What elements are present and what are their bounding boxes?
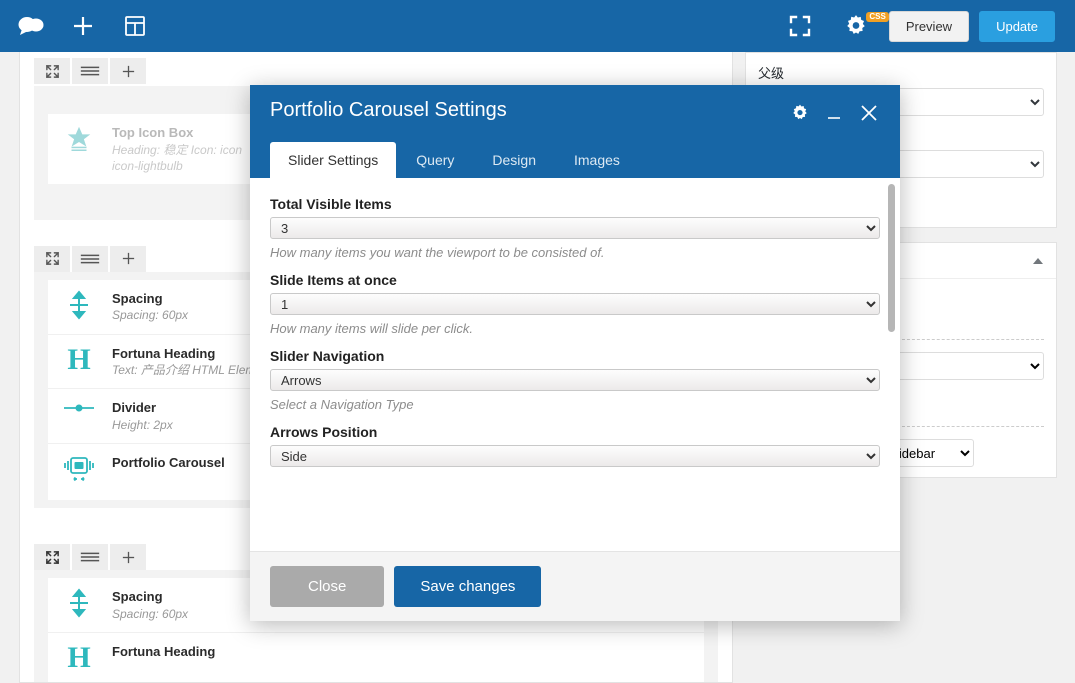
module-title: Fortuna Heading bbox=[112, 643, 216, 659]
module-card-text: Spacing Spacing: 60px bbox=[112, 290, 188, 324]
field-total-visible-items: Total Visible Items 3 How many items you… bbox=[270, 196, 880, 260]
top-toolbar-left bbox=[0, 3, 158, 49]
fullscreen-icon[interactable] bbox=[777, 3, 823, 49]
field-label: Arrows Position bbox=[270, 424, 378, 440]
close-button[interactable]: Close bbox=[270, 566, 385, 607]
module-title: Fortuna Heading bbox=[112, 345, 216, 361]
move-icon[interactable] bbox=[34, 544, 70, 571]
modal-title: Portfolio Carousel Settings bbox=[270, 99, 507, 121]
plus-icon[interactable] bbox=[110, 58, 146, 84]
modal-titlebar: Portfolio Carousel Settings bbox=[270, 99, 880, 128]
module-title: Spacing bbox=[112, 589, 163, 605]
plus-icon[interactable] bbox=[110, 245, 146, 272]
heading-icon: H bbox=[67, 342, 91, 376]
app-root: CSS Preview Update Top Icon Box Heading:… bbox=[0, 0, 1075, 683]
module-card-text: Portfolio Carousel bbox=[112, 454, 225, 472]
module-subtitle: Spacing: 60px bbox=[112, 308, 189, 323]
move-icon[interactable] bbox=[34, 245, 70, 272]
top-toolbar: CSS Preview Update bbox=[0, 0, 1075, 52]
module-subtitle: Height: 2px bbox=[112, 417, 173, 432]
tab-slider-settings[interactable]: Slider Settings bbox=[270, 142, 397, 178]
columns-icon[interactable] bbox=[72, 245, 108, 272]
section-toolbar bbox=[20, 52, 732, 84]
field-label: Slide Items at once bbox=[270, 272, 397, 288]
module-subtitle: Heading: 稳定 Icon: icon icon-lightbulb bbox=[112, 142, 243, 173]
tab-design[interactable]: Design bbox=[474, 142, 554, 178]
portfolio-carousel-settings-modal: Portfolio Carousel Settings Slider Setti… bbox=[250, 85, 900, 621]
spacing-icon bbox=[60, 588, 98, 618]
close-icon[interactable] bbox=[858, 102, 880, 128]
spacing-icon bbox=[60, 290, 98, 320]
parent-label: 父级 bbox=[758, 66, 785, 81]
module-subtitle: Text: 产品介绍 HTML Element bbox=[112, 363, 273, 378]
caret-up-icon[interactable] bbox=[1032, 253, 1044, 268]
modal-footer: Close Save changes bbox=[250, 552, 900, 621]
field-label: Total Visible Items bbox=[270, 196, 392, 212]
update-button[interactable]: Update bbox=[979, 10, 1055, 42]
tab-images[interactable]: Images bbox=[556, 142, 638, 178]
field-description: How many items you want the viewport to … bbox=[270, 245, 605, 260]
field-label: Slider Navigation bbox=[270, 348, 385, 364]
preview-button[interactable]: Preview bbox=[888, 10, 970, 42]
modal-header: Portfolio Carousel Settings Slider Setti… bbox=[250, 85, 900, 178]
gear-icon[interactable] bbox=[790, 103, 810, 127]
css-badge: CSS bbox=[866, 12, 889, 22]
minimize-icon[interactable] bbox=[824, 103, 844, 127]
move-icon[interactable] bbox=[34, 58, 70, 84]
field-arrows-position: Arrows Position Side bbox=[270, 424, 880, 467]
module-card-text: Fortuna Heading Text: 产品介绍 HTML Element bbox=[112, 345, 272, 379]
heading-icon: H bbox=[67, 640, 91, 674]
plus-icon[interactable] bbox=[60, 3, 106, 49]
module-title: Portfolio Carousel bbox=[112, 455, 225, 471]
slider-navigation-select[interactable]: Arrows bbox=[270, 369, 880, 391]
plus-icon[interactable] bbox=[110, 544, 146, 571]
star-icon bbox=[60, 124, 98, 154]
layout-grid-icon[interactable] bbox=[112, 3, 158, 49]
columns-icon[interactable] bbox=[72, 544, 108, 571]
arrows-position-select[interactable]: Side bbox=[270, 445, 880, 467]
modal-scrollbar-thumb[interactable] bbox=[888, 184, 895, 332]
module-card-text: Fortuna Heading bbox=[112, 643, 215, 661]
modal-tabs: Slider Settings Query Design Images bbox=[270, 142, 880, 178]
top-toolbar-right: CSS Preview Update bbox=[777, 3, 1075, 49]
columns-icon[interactable] bbox=[72, 58, 108, 84]
field-description: Select a Navigation Type bbox=[270, 397, 414, 412]
module-card-fortuna-heading[interactable]: H Fortuna Heading bbox=[48, 632, 704, 682]
carousel-icon bbox=[60, 454, 98, 484]
modal-scroll-area: Total Visible Items 3 How many items you… bbox=[250, 178, 900, 551]
tab-query[interactable]: Query bbox=[398, 142, 472, 178]
cloud-logo-icon[interactable] bbox=[8, 3, 54, 49]
modal-body: Total Visible Items 3 How many items you… bbox=[250, 178, 900, 552]
module-subtitle: Spacing: 60px bbox=[112, 606, 189, 621]
module-title: Top Icon Box bbox=[112, 125, 194, 140]
modal-controls bbox=[790, 99, 880, 128]
save-changes-button[interactable]: Save changes bbox=[394, 566, 542, 607]
slide-items-at-once-select[interactable]: 1 bbox=[270, 293, 880, 315]
total-visible-items-select[interactable]: 3 bbox=[270, 217, 880, 239]
divider-icon bbox=[60, 399, 98, 417]
module-card-text: Top Icon Box Heading: 稳定 Icon: icon icon… bbox=[112, 124, 262, 174]
field-slider-navigation: Slider Navigation Arrows Select a Naviga… bbox=[270, 348, 880, 412]
field-slide-items-at-once: Slide Items at once 1 How many items wil… bbox=[270, 272, 880, 336]
module-card-text: Divider Height: 2px bbox=[112, 399, 173, 433]
module-title: Spacing bbox=[112, 290, 163, 306]
module-title: Divider bbox=[112, 400, 157, 416]
field-description: How many items will slide per click. bbox=[270, 321, 473, 336]
gear-icon[interactable]: CSS bbox=[833, 3, 889, 49]
module-card-text: Spacing Spacing: 60px bbox=[112, 588, 188, 622]
